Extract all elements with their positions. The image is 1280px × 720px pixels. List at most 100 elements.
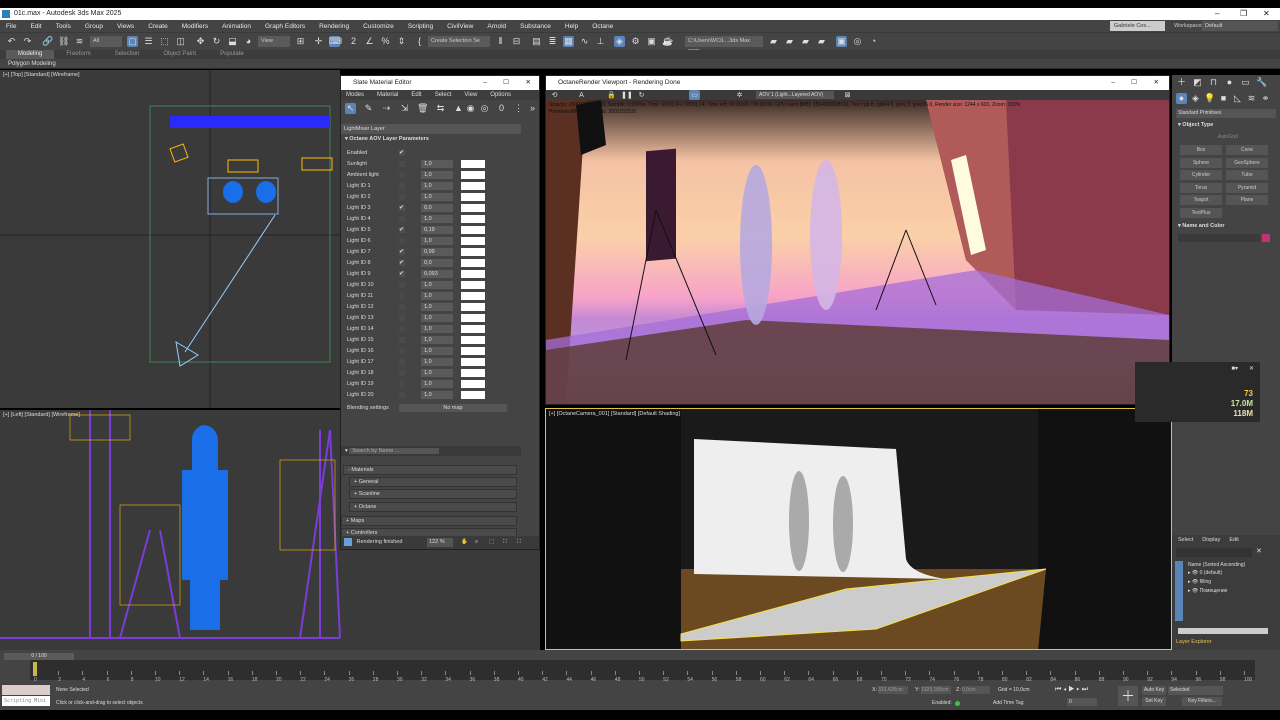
visibility-eye-icon[interactable]: ▸ 👁 — [1188, 579, 1200, 585]
playback-controls[interactable]: ⏮ ◂ ▶ ▸ ⏭ — [1055, 686, 1088, 694]
maxscript-listener[interactable] — [2, 685, 50, 695]
param-checkbox[interactable] — [399, 348, 405, 354]
param-color-swatch[interactable] — [461, 237, 485, 245]
param-checkbox[interactable] — [399, 194, 405, 200]
param-spinner[interactable]: 1,0 — [421, 292, 453, 300]
select-by-name-icon[interactable]: ☰ — [143, 36, 154, 47]
set-key-icon[interactable]: ＋ — [1118, 686, 1138, 706]
helpers-icon[interactable]: ◺ — [1232, 93, 1243, 104]
pan-icon[interactable]: ✋ — [461, 536, 468, 549]
spinner-snap-icon[interactable]: ⇕ — [396, 36, 407, 47]
menu-rendering[interactable]: Rendering — [313, 23, 357, 30]
zoom-region-icon[interactable]: ⬚ — [489, 536, 494, 549]
render-production-icon[interactable]: ☕ — [662, 36, 673, 47]
param-checkbox[interactable] — [399, 293, 405, 299]
param-spinner[interactable]: 0,99 — [421, 248, 453, 256]
select-tool-icon[interactable]: ↖ — [345, 103, 356, 114]
curve-editor-icon[interactable]: ∿ — [579, 36, 590, 47]
octane-tool-4-icon[interactable]: ▰ — [816, 36, 827, 47]
systems-icon[interactable]: ⚭ — [1260, 93, 1271, 104]
create-cylinder-button[interactable]: Cylinder — [1180, 170, 1222, 180]
scene-explorer-search[interactable] — [1176, 548, 1252, 557]
octane-viewport-icon[interactable]: ▣ — [836, 36, 847, 47]
aov-dropdown[interactable]: AOV 1 (Light...Layered AOV) — [756, 91, 834, 99]
minimize-button[interactable]: – — [1215, 8, 1219, 20]
slate-menu-select[interactable]: Select — [430, 90, 460, 100]
restore-button[interactable]: ❐ — [1240, 8, 1247, 20]
material-editor-icon[interactable]: ◈ — [614, 36, 625, 47]
shapes-icon[interactable]: ◈ — [1190, 93, 1201, 104]
param-checkbox[interactable]: ✔ — [399, 260, 405, 266]
align-icon[interactable]: ⊟ — [511, 36, 522, 47]
lights-icon[interactable]: 💡 — [1204, 93, 1215, 104]
z-coordinate-field[interactable]: 0,0cm — [962, 686, 990, 694]
param-spinner[interactable]: 1,0 — [421, 391, 453, 399]
selection-filter-dropdown[interactable]: All — [90, 36, 122, 47]
param-spinner[interactable]: 1,0 — [421, 380, 453, 388]
octane-minimize-button[interactable]: – — [1111, 76, 1115, 90]
octane-tool-icon[interactable]: ⟲ — [549, 90, 560, 100]
close-button[interactable]: ✕ — [1263, 8, 1270, 20]
move-children-icon[interactable]: ⇆ — [435, 103, 446, 114]
schematic-view-icon[interactable]: ⊥ — [595, 36, 606, 47]
enabled-checkbox[interactable]: ✔ — [399, 150, 405, 156]
param-color-swatch[interactable] — [461, 380, 485, 388]
aov-settings-icon[interactable]: ⊠ — [842, 90, 853, 100]
menu-edit[interactable]: Edit — [24, 23, 49, 30]
param-checkbox[interactable]: ✔ — [399, 249, 405, 255]
param-checkbox[interactable] — [399, 359, 405, 365]
menu-animation[interactable]: Animation — [216, 23, 259, 30]
octane-status-icon[interactable]: ◔ — [868, 36, 879, 47]
material-browser-search[interactable]: ▾ Search by Name ... — [341, 446, 521, 456]
assign-material-icon[interactable]: ⇢ — [381, 103, 392, 114]
placement-icon[interactable]: ◕ — [243, 36, 254, 47]
ribbon-tab-selection[interactable]: Selection — [103, 50, 152, 59]
param-checkbox[interactable] — [399, 315, 405, 321]
param-checkbox[interactable] — [399, 282, 405, 288]
delete-icon[interactable]: 🗑 — [417, 103, 428, 114]
x-coordinate-field[interactable]: 333,428cm — [878, 686, 908, 694]
overlay-menu-icon[interactable]: ■▾ — [1231, 365, 1238, 372]
param-spinner[interactable]: 1,0 — [421, 281, 453, 289]
project-folder-dropdown[interactable]: C:\Users\WCIL...3ds Max 2025 — [685, 36, 763, 55]
octane-title-bar[interactable]: OctaneRender Viewport - Rendering Done –… — [546, 76, 1169, 90]
octane-restart-icon[interactable]: ↻ — [636, 90, 647, 100]
slate-maximize-button[interactable]: ☐ — [503, 76, 509, 90]
select-manipulate-icon[interactable]: ✛ — [313, 36, 324, 47]
param-checkbox[interactable]: ✔ — [399, 227, 405, 233]
layer-row[interactable]: ▸ 👁 0 (default) — [1188, 570, 1222, 576]
overlay-close-icon[interactable]: ✕ — [1249, 365, 1254, 372]
param-color-swatch[interactable] — [461, 358, 485, 366]
create-tube-button[interactable]: Tube — [1226, 170, 1268, 180]
octane-lock-icon[interactable]: 🔒 — [606, 90, 617, 100]
rollout-octane-aov-layer[interactable]: ▾ Octane AOV Layer Parameters — [345, 136, 429, 142]
scene-explorer-filter-bar[interactable] — [1175, 561, 1183, 621]
scale-icon[interactable]: ⬓ — [227, 36, 238, 47]
menu-modifiers[interactable]: Modifiers — [176, 23, 216, 30]
slate-close-button[interactable]: ✕ — [526, 76, 531, 90]
scene-explorer-menu-display[interactable]: Display — [1202, 535, 1220, 545]
scene-explorer-menu-edit[interactable]: Edit — [1229, 535, 1238, 545]
move-icon[interactable]: ✥ — [195, 36, 206, 47]
ribbon-tab-freeform[interactable]: Freeform — [54, 50, 102, 59]
browser-group[interactable]: + Maps — [341, 516, 517, 526]
user-account-button[interactable]: Gabriele Cos... — [1110, 21, 1165, 31]
bind-space-warp-icon[interactable]: ≋ — [74, 36, 85, 47]
slate-minimize-button[interactable]: – — [483, 76, 487, 90]
create-pyramid-button[interactable]: Pyramid — [1226, 182, 1268, 193]
menu-substance[interactable]: Substance — [514, 23, 559, 30]
octane-close-button[interactable]: ✕ — [1154, 76, 1159, 90]
browser-group[interactable]: + General — [349, 477, 517, 487]
scripting-mini-input[interactable]: Scripting Mini — [2, 696, 50, 706]
param-checkbox[interactable] — [399, 381, 405, 387]
menu-arnold[interactable]: Arnold — [481, 23, 514, 30]
param-spinner[interactable]: 0,19 — [421, 226, 453, 234]
cameras-icon[interactable]: ■ — [1218, 93, 1229, 104]
hide-unused-slots-icon[interactable]: ▲ — [453, 103, 464, 114]
visibility-eye-icon[interactable]: ▸ 👁 — [1188, 570, 1200, 576]
trackbar[interactable]: 0 2 4 6 8 10 12 14 16 18 20 22 24 26 28 30 32 34 36 38 40 42 4… — [30, 660, 1255, 683]
slate-menu-edit[interactable]: Edit — [406, 90, 429, 100]
create-plane-button[interactable]: Plane — [1226, 195, 1268, 205]
reference-coordinate-dropdown[interactable]: View — [258, 36, 290, 47]
slate-title-bar[interactable]: Slate Material Editor – ☐ ✕ — [341, 76, 539, 90]
